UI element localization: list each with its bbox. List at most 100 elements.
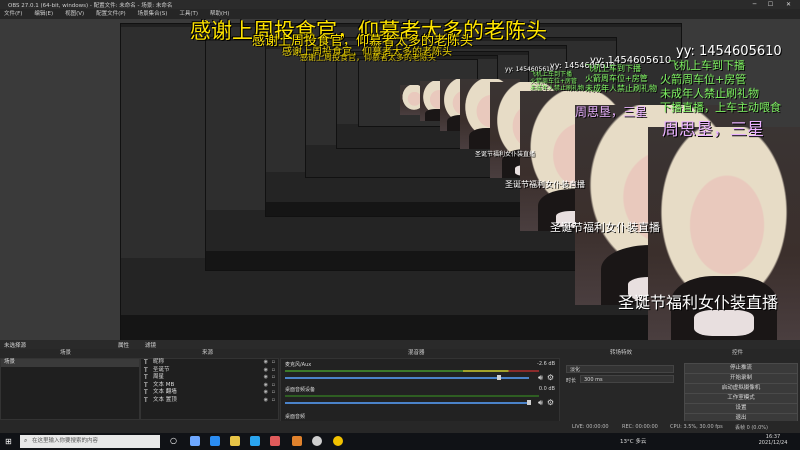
- title-bar: OBS 27.0.1 (64-bit, windows) - 配置文件: 未命名…: [0, 0, 800, 9]
- properties-button[interactable]: 属性: [118, 341, 129, 349]
- mixer-title: 混音器: [408, 350, 425, 356]
- lock-icon[interactable]: ▫: [272, 367, 275, 375]
- filters-button[interactable]: 滤镜: [145, 341, 156, 349]
- lock-icon[interactable]: ▫: [272, 382, 275, 390]
- clock-date: 2021/12/24: [758, 440, 788, 446]
- rules-list: 飞机上车到下播 火箭周车位+房管 未成年人禁止刷礼物 下播直播，上车主动喂食: [660, 59, 781, 115]
- scenes-title: 场景: [60, 350, 72, 356]
- menu-scene-collection[interactable]: 场景集合(S): [138, 9, 168, 19]
- eye-icon[interactable]: ◉: [264, 382, 268, 390]
- name-tag: 周思垦，三星: [662, 120, 764, 140]
- menu-file[interactable]: 文件(F): [4, 9, 22, 19]
- app-icon-red[interactable]: [270, 436, 280, 446]
- app-icon-explorer[interactable]: [230, 436, 240, 446]
- eye-icon[interactable]: ◉: [264, 374, 268, 382]
- app-icon-store[interactable]: [250, 436, 260, 446]
- search-icon: ⌕: [24, 437, 28, 444]
- weather-widget[interactable]: 13°C 多云: [620, 437, 646, 445]
- rule-line: 火箭周车位+房管: [660, 73, 747, 86]
- windows-taskbar: ⊞ 在这里输入你要搜索的内容 ⌕ ○ 13°C 多云 16:37 2021/12…: [0, 433, 800, 450]
- text-source-icon: T: [144, 359, 148, 366]
- text-source-icon: T: [144, 374, 148, 381]
- caption-echo: 圣诞节福利女仆装直播: [550, 221, 660, 234]
- windows-start-icon[interactable]: ⊞: [5, 437, 12, 446]
- rules-list-echo: 飞机上车到下播 火箭周车位+房管 未成年人禁止刷礼物: [585, 64, 657, 94]
- source-name: 圣诞节: [153, 366, 170, 373]
- transitions-title: 转场特效: [610, 350, 633, 356]
- rule-line: 火箭周车位+房管: [585, 74, 648, 83]
- gear-icon[interactable]: ⚙: [547, 373, 554, 382]
- caption-echo: 圣诞节福利女仆装直播: [475, 151, 536, 158]
- source-item[interactable]: T 昵称 ◉ ▫: [141, 359, 278, 367]
- app-icon-orange[interactable]: [292, 436, 302, 446]
- scene-item[interactable]: 场景: [1, 359, 139, 367]
- status-rec: REC: 00:00:00: [622, 424, 658, 430]
- status-bar: LIVE: 00:00:00 REC: 00:00:00 CPU: 3.5%, …: [0, 421, 800, 433]
- text-source-icon: T: [144, 366, 148, 374]
- volume-knob[interactable]: [527, 400, 531, 405]
- app-icon-edge[interactable]: [210, 436, 220, 446]
- source-name: 文本 置顶: [153, 396, 177, 403]
- eye-icon[interactable]: ◉: [264, 389, 268, 397]
- menu-help[interactable]: 帮助(H): [210, 9, 229, 19]
- menu-tools[interactable]: 工具(T): [179, 9, 198, 19]
- app-icon-yy[interactable]: [333, 436, 343, 446]
- caption: 圣诞节福利女仆装直播: [618, 293, 779, 312]
- rule-line: 未成年人禁止刷礼物: [660, 87, 759, 100]
- app-icon-obs[interactable]: [312, 436, 322, 446]
- menu-view[interactable]: 视图(V): [65, 9, 84, 19]
- audio-meter: [285, 370, 539, 372]
- dock-area: 未选择源 属性 滤镜 场景 场景 + − ⌃ ⌄ 来源 T昵称◉▫ T圣诞节◉▫…: [0, 340, 800, 433]
- name-tag-echo: 周思垦，三星: [575, 105, 648, 119]
- window-title: OBS 27.0.1 (64-bit, windows) - 配置文件: 未命名…: [8, 3, 173, 9]
- transition-select[interactable]: 淡化: [566, 365, 674, 373]
- controls-title: 控件: [732, 350, 744, 356]
- app-icon-taskview[interactable]: [190, 436, 200, 446]
- volume-knob[interactable]: [497, 375, 501, 380]
- lock-icon[interactable]: ▫: [272, 397, 275, 405]
- source-name: 文本 翻墙: [153, 389, 177, 395]
- source-name: 昵称: [153, 359, 165, 365]
- clock[interactable]: 16:37 2021/12/24: [755, 434, 791, 446]
- eye-icon[interactable]: ◉: [264, 397, 268, 405]
- task-view-icon[interactable]: ○: [170, 436, 177, 445]
- source-toolbar: 未选择源 属性 滤镜: [0, 340, 800, 349]
- source-item[interactable]: T 圣诞节 ◉ ▫: [141, 367, 278, 375]
- mixer-channel-name: 桌面音频: [285, 414, 306, 420]
- audio-meter: [285, 395, 539, 397]
- mixer-channel-name: 桌面音频设备: [285, 387, 316, 393]
- source-item[interactable]: T 文本 MB ◉ ▫: [141, 382, 278, 390]
- maximize-button[interactable]: ☐: [764, 0, 777, 9]
- rules-list-echo: 飞机上车到下播 火箭周车位+房管 未成年人禁止刷礼物: [530, 71, 584, 92]
- preview-canvas[interactable]: 感谢上周投食官，仰慕者太多的老陈头 感谢上周投食官，仰慕者太多的老陈头 感谢上周…: [0, 19, 800, 340]
- lock-icon[interactable]: ▫: [272, 359, 275, 367]
- status-live: LIVE: 00:00:00: [572, 424, 609, 430]
- menu-bar: 文件(F) 编辑(E) 视图(V) 配置文件(P) 场景集合(S) 工具(T) …: [0, 9, 800, 19]
- rule-line: 未成年人禁止刷礼物: [530, 85, 585, 92]
- menu-profile[interactable]: 配置文件(P): [96, 9, 126, 19]
- lock-icon[interactable]: ▫: [272, 389, 275, 397]
- taskbar-search-input[interactable]: 在这里输入你要搜索的内容: [20, 435, 160, 448]
- menu-edit[interactable]: 编辑(E): [34, 9, 53, 19]
- rule-line: 飞机上车到下播: [530, 71, 573, 78]
- yy-id: yy: 1454605610: [676, 44, 782, 59]
- minimize-button[interactable]: ─: [748, 0, 761, 9]
- source-item[interactable]: T 周星 ◉ ▫: [141, 374, 278, 382]
- eye-icon[interactable]: ◉: [264, 359, 268, 367]
- close-button[interactable]: ✕: [782, 0, 795, 9]
- eye-icon[interactable]: ◉: [264, 367, 268, 375]
- speaker-icon[interactable]: 🔊︎: [538, 398, 543, 408]
- speaker-icon[interactable]: 🔊︎: [538, 373, 543, 383]
- rule-line: 飞机上车到下播: [668, 59, 745, 72]
- source-item[interactable]: T 文本 置顶 ◉ ▫: [141, 397, 278, 405]
- duration-input[interactable]: 300 ms: [580, 375, 674, 383]
- gear-icon[interactable]: ⚙: [547, 398, 554, 407]
- source-item[interactable]: T 文本 翻墙 ◉ ▫: [141, 389, 278, 397]
- volume-slider[interactable]: [285, 402, 529, 404]
- volume-slider[interactable]: [285, 377, 529, 379]
- rule-line: 下播直播，上车主动喂食: [660, 101, 781, 114]
- status-cpu: CPU: 3.5%, 30.00 fps: [670, 424, 723, 430]
- duration-label: 时长: [566, 378, 577, 384]
- lock-icon[interactable]: ▫: [272, 374, 275, 382]
- mixer-channel-db: -2.6 dB: [537, 361, 555, 367]
